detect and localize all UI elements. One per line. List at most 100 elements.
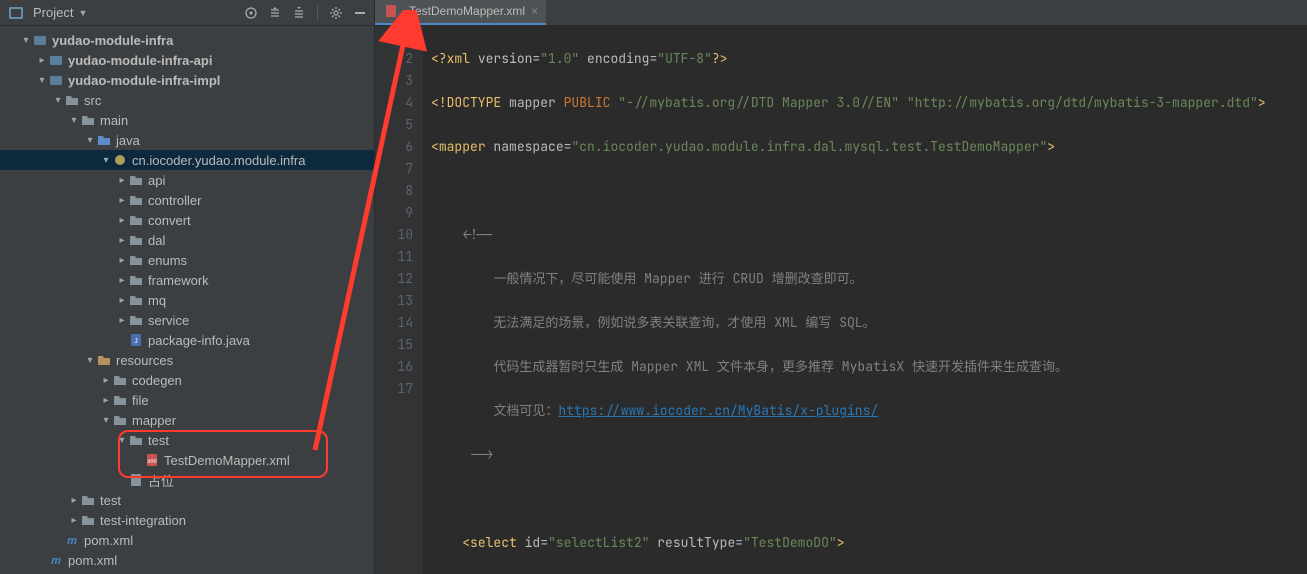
project-toolbar: Project ▼ xyxy=(0,0,374,26)
maven-icon: m xyxy=(64,532,80,548)
project-icon xyxy=(8,5,24,21)
tree-folder[interactable]: ▸file xyxy=(0,390,374,410)
svg-text:J: J xyxy=(134,338,138,345)
tree-label: service xyxy=(148,313,189,328)
source-folder-icon xyxy=(96,132,112,148)
tree-folder[interactable]: ▾test xyxy=(0,430,374,450)
expand-all-icon[interactable] xyxy=(265,3,285,23)
tree-file[interactable]: ▸占位 xyxy=(0,470,374,490)
tree-package[interactable]: ▸enums xyxy=(0,250,374,270)
tree-label: yudao-module-infra xyxy=(52,33,173,48)
svg-text:xml: xml xyxy=(147,459,156,465)
tree-package[interactable]: ▸service xyxy=(0,310,374,330)
tree-package[interactable]: ▸api xyxy=(0,170,374,190)
tree-folder[interactable]: ▾src xyxy=(0,90,374,110)
module-icon xyxy=(48,52,64,68)
package-icon xyxy=(128,312,144,328)
tree-folder[interactable]: ▾main xyxy=(0,110,374,130)
tree-package[interactable]: ▸controller xyxy=(0,190,374,210)
tree-label: test-integration xyxy=(100,513,186,528)
package-icon xyxy=(112,152,128,168)
folder-icon xyxy=(80,112,96,128)
tree-folder[interactable]: ▸codegen xyxy=(0,370,374,390)
folder-icon xyxy=(128,432,144,448)
tree-folder[interactable]: ▸test-integration xyxy=(0,510,374,530)
tree-label: api xyxy=(148,173,165,188)
tree-source-folder[interactable]: ▾java xyxy=(0,130,374,150)
tree-label: test xyxy=(148,433,169,448)
tree-label: cn.iocoder.yudao.module.infra xyxy=(132,153,305,168)
tree-file-xml[interactable]: ▸xmlTestDemoMapper.xml xyxy=(0,450,374,470)
project-tree[interactable]: ▾yudao-module-infra ▸yudao-module-infra-… xyxy=(0,26,374,574)
resources-folder-icon xyxy=(96,352,112,368)
close-icon[interactable]: × xyxy=(531,4,538,18)
text-file-icon xyxy=(128,472,144,488)
tree-label: framework xyxy=(148,273,209,288)
tree-label: test xyxy=(100,493,121,508)
collapse-all-icon[interactable] xyxy=(289,3,309,23)
package-icon xyxy=(128,272,144,288)
svg-text:m: m xyxy=(67,535,77,547)
tree-label: TestDemoMapper.xml xyxy=(164,453,290,468)
hide-icon[interactable] xyxy=(350,3,370,23)
code-editor[interactable]: 1234567891011121314151617 <?xml version=… xyxy=(375,26,1307,574)
editor-tab[interactable]: TestDemoMapper.xml × xyxy=(375,0,546,25)
maven-icon: m xyxy=(48,552,64,568)
package-icon xyxy=(128,212,144,228)
tree-package[interactable]: ▸framework xyxy=(0,270,374,290)
module-icon xyxy=(48,72,64,88)
tree-label: codegen xyxy=(132,373,182,388)
tree-label: pom.xml xyxy=(68,553,117,568)
tree-label: main xyxy=(100,113,128,128)
tree-folder[interactable]: ▾mapper xyxy=(0,410,374,430)
folder-icon xyxy=(64,92,80,108)
tree-label: pom.xml xyxy=(84,533,133,548)
tree-file-pom[interactable]: ▸mpom.xml xyxy=(0,530,374,550)
folder-icon xyxy=(80,492,96,508)
tree-package[interactable]: ▸dal xyxy=(0,230,374,250)
svg-text:m: m xyxy=(51,555,61,567)
tree-file-java[interactable]: ▸Jpackage-info.java xyxy=(0,330,374,350)
tree-file-pom[interactable]: ▸mpom.xml xyxy=(0,550,374,570)
tree-package[interactable]: ▸convert xyxy=(0,210,374,230)
folder-icon xyxy=(112,392,128,408)
tree-label: package-info.java xyxy=(148,333,250,348)
tree-label: convert xyxy=(148,213,191,228)
module-icon xyxy=(32,32,48,48)
tree-label: mapper xyxy=(132,413,176,428)
tree-label: enums xyxy=(148,253,187,268)
package-icon xyxy=(128,172,144,188)
tree-package[interactable]: ▸mq xyxy=(0,290,374,310)
package-icon xyxy=(128,292,144,308)
code-content[interactable]: <?xml version="1.0" encoding="UTF-8"?> <… xyxy=(423,26,1307,574)
tree-resources-folder[interactable]: ▾resources xyxy=(0,350,374,370)
dropdown-icon: ▼ xyxy=(78,8,87,18)
project-sidebar: Project ▼ ▾yudao-module-infra ▸yudao-mod… xyxy=(0,0,375,574)
tree-label: java xyxy=(116,133,140,148)
folder-icon xyxy=(112,372,128,388)
tree-label: dal xyxy=(148,233,165,248)
tree-label: yudao-module-infra-impl xyxy=(68,73,220,88)
tree-module[interactable]: ▸yudao-module-infra-api xyxy=(0,50,374,70)
gutter: 1234567891011121314151617 xyxy=(375,26,423,574)
settings-icon[interactable] xyxy=(326,3,346,23)
tree-label: resources xyxy=(116,353,173,368)
editor-tab-label: TestDemoMapper.xml xyxy=(409,4,525,18)
select-opened-file-icon[interactable] xyxy=(241,3,261,23)
folder-icon xyxy=(112,412,128,428)
tree-folder[interactable]: ▸test xyxy=(0,490,374,510)
xml-file-icon: xml xyxy=(144,452,160,468)
tree-label: file xyxy=(132,393,149,408)
java-file-icon: J xyxy=(128,332,144,348)
tree-label: src xyxy=(84,93,101,108)
tree-package[interactable]: ▾cn.iocoder.yudao.module.infra xyxy=(0,150,374,170)
package-icon xyxy=(128,232,144,248)
editor-tabbar: TestDemoMapper.xml × xyxy=(375,0,1307,26)
tree-module[interactable]: ▾yudao-module-infra xyxy=(0,30,374,50)
tree-label: yudao-module-infra-api xyxy=(68,53,212,68)
tree-module[interactable]: ▾yudao-module-infra-impl xyxy=(0,70,374,90)
folder-icon xyxy=(80,512,96,528)
tree-label: controller xyxy=(148,193,201,208)
project-title[interactable]: Project ▼ xyxy=(8,5,87,21)
tree-label: 占位 xyxy=(148,471,174,490)
